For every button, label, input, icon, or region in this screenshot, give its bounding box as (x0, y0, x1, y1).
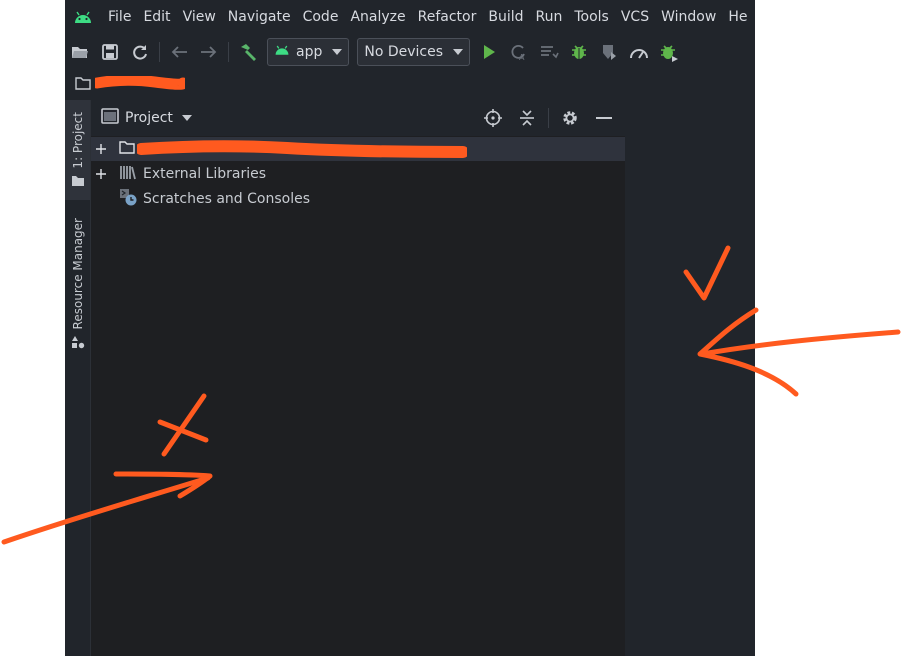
toolbar-separator (159, 42, 160, 62)
scratches-clock-icon (119, 188, 137, 210)
menu-bar: File Edit View Navigate Code Analyze Ref… (65, 0, 755, 34)
toolbar-separator (548, 108, 549, 128)
project-view-selector[interactable]: Project (101, 108, 192, 128)
tree-item-external-libraries[interactable]: External Libraries (91, 162, 625, 186)
main-toolbar: app No Devices A (65, 34, 755, 70)
menu-vcs[interactable]: VCS (615, 9, 655, 25)
expand-plus-icon[interactable] (93, 166, 109, 182)
android-logo-icon (70, 7, 96, 27)
menu-refactor[interactable]: Refactor (412, 9, 483, 25)
menu-analyze[interactable]: Analyze (344, 9, 411, 25)
chevron-down-icon (332, 49, 343, 55)
menu-file[interactable]: File (102, 9, 137, 25)
menu-help[interactable]: He (722, 9, 753, 25)
editor-area (625, 100, 755, 656)
navigation-breadcrumb (65, 72, 755, 98)
project-view-label: Project (125, 110, 173, 126)
menu-run[interactable]: Run (530, 9, 569, 25)
coverage-shield-icon[interactable] (594, 38, 624, 66)
menu-edit[interactable]: Edit (137, 9, 176, 25)
svg-text:A: A (519, 53, 525, 61)
run-icon[interactable] (474, 38, 504, 66)
locate-file-icon[interactable] (476, 104, 510, 132)
device-dropdown[interactable]: No Devices (357, 38, 471, 66)
menu-code[interactable]: Code (297, 9, 345, 25)
chevron-down-icon (453, 49, 464, 55)
android-studio-window: File Edit View Navigate Code Analyze Ref… (65, 0, 755, 656)
open-folder-icon[interactable] (65, 38, 95, 66)
back-arrow-icon[interactable] (164, 38, 194, 66)
profiler-gauge-icon[interactable] (624, 38, 654, 66)
apply-changes-icon[interactable]: A (504, 38, 534, 66)
left-tool-window-strip: 1: Project Resource Manager (65, 100, 91, 656)
project-window-icon (101, 108, 119, 128)
tree-item-label: External Libraries (143, 166, 266, 182)
tab-resource-manager[interactable]: Resource Manager (65, 218, 90, 358)
tree-item-label: Scratches and Consoles (143, 191, 310, 207)
menu-navigate[interactable]: Navigate (222, 9, 297, 25)
resource-shapes-icon (71, 335, 85, 353)
menu-view[interactable]: View (177, 9, 222, 25)
hide-panel-icon[interactable] (587, 104, 621, 132)
save-icon[interactable] (95, 38, 125, 66)
folder-icon (71, 175, 85, 191)
attach-debugger-icon[interactable] (654, 38, 684, 66)
android-config-icon (274, 44, 290, 60)
chevron-down-icon (181, 115, 192, 121)
tree-item-scratches-and-consoles[interactable]: Scratches and Consoles (91, 187, 625, 211)
menu-window[interactable]: Window (655, 9, 722, 25)
project-tool-window: Project External Libraries Scratches and… (91, 100, 625, 656)
library-bars-icon (119, 164, 137, 184)
device-label: No Devices (364, 44, 444, 60)
tree-item-project-root[interactable] (91, 137, 625, 161)
debug-bug-icon[interactable] (564, 38, 594, 66)
project-panel-header: Project (91, 100, 625, 136)
run-configuration-dropdown[interactable]: app (267, 38, 350, 66)
build-hammer-icon[interactable] (233, 38, 263, 66)
run-configuration-label: app (296, 44, 323, 60)
toolbar-separator (228, 42, 229, 62)
redaction-scribble (91, 74, 189, 94)
menu-build[interactable]: Build (482, 9, 529, 25)
collapse-all-icon[interactable] (510, 104, 544, 132)
sync-icon[interactable] (125, 38, 155, 66)
tab-project-label: 1: Project (70, 112, 85, 169)
tab-resource-manager-label: Resource Manager (70, 218, 85, 330)
apply-code-changes-icon[interactable] (534, 38, 564, 66)
redaction-scribble (135, 140, 469, 164)
forward-arrow-icon[interactable] (194, 38, 224, 66)
tab-project[interactable]: 1: Project (65, 100, 90, 200)
folder-icon[interactable] (75, 76, 91, 94)
project-panel-actions (476, 104, 621, 132)
gear-icon[interactable] (553, 104, 587, 132)
expand-plus-icon[interactable] (93, 141, 109, 157)
menu-tools[interactable]: Tools (568, 9, 615, 25)
folder-icon (119, 140, 135, 158)
